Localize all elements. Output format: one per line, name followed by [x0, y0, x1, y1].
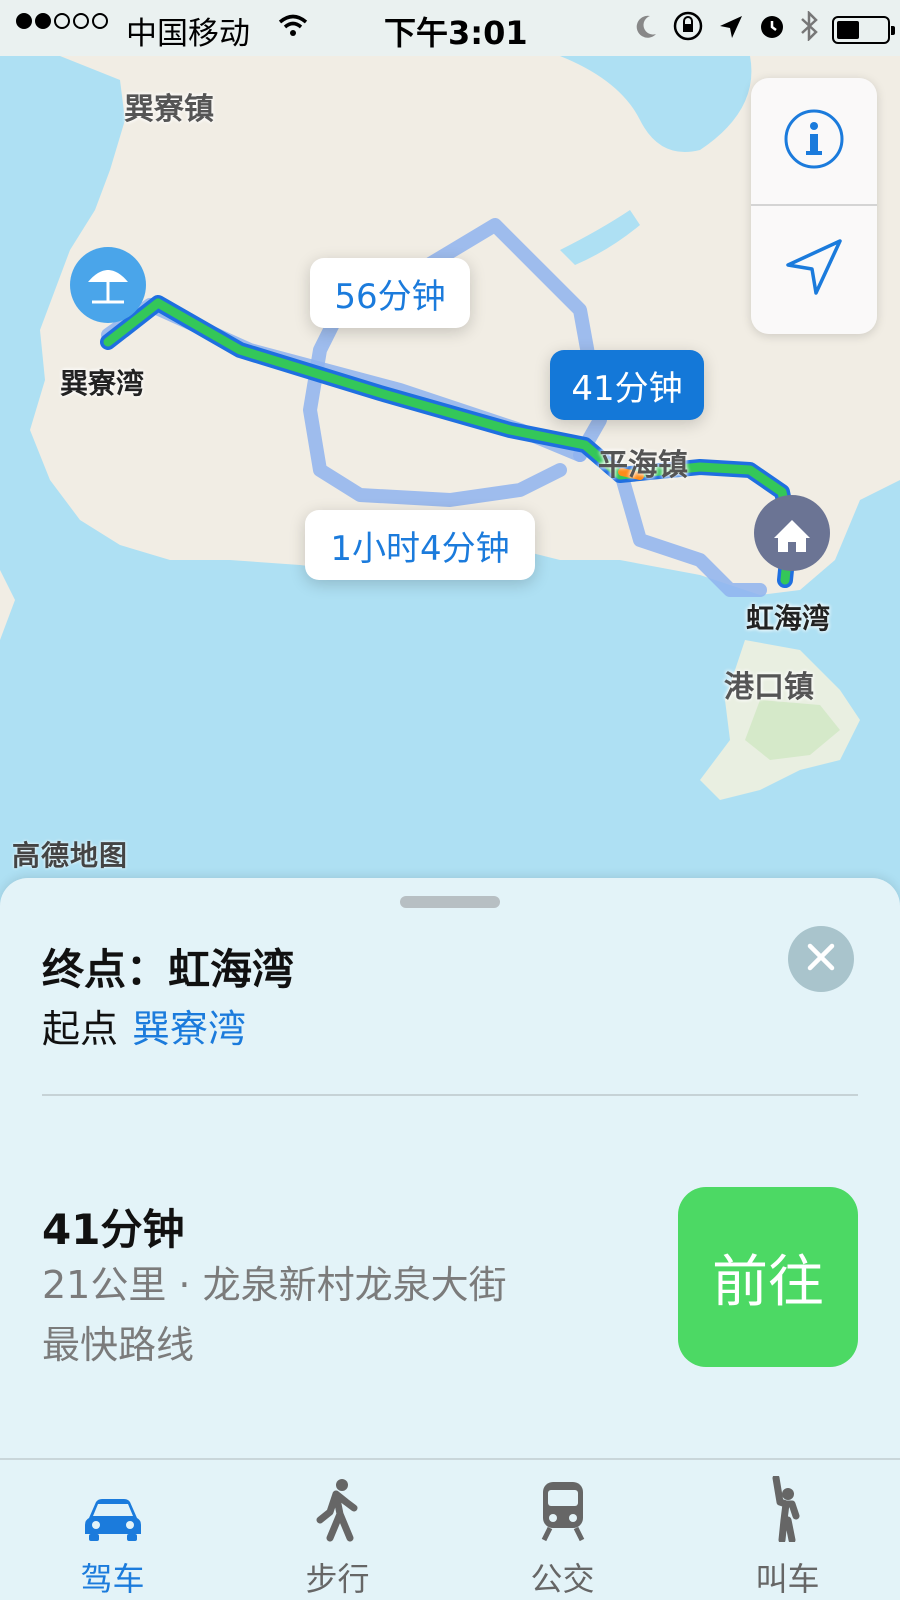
- map-label-origin: 巽寮湾: [60, 367, 145, 400]
- tab-drive-label: 驾车: [80, 1560, 145, 1598]
- bluetooth-icon: [800, 9, 818, 49]
- origin-place-link[interactable]: 巽寮湾: [132, 1007, 246, 1051]
- route-note: 最快路线: [42, 1323, 195, 1367]
- location-arrow-icon: [782, 235, 846, 303]
- wifi-icon: [278, 12, 308, 47]
- route-distance-via: 21公里 · 龙泉新村龙泉大街: [42, 1263, 507, 1307]
- info-button[interactable]: [751, 78, 877, 204]
- destination-title: 终点：虹海湾: [42, 945, 295, 994]
- rotation-lock-icon: [672, 10, 704, 50]
- close-icon: [806, 942, 836, 976]
- carrier-name: 中国移动: [126, 16, 250, 52]
- hail-icon: [766, 1474, 810, 1546]
- sheet-grabber[interactable]: [400, 896, 500, 908]
- map-label-town-south: 港口镇: [724, 670, 814, 705]
- map-provider-logo: 高德地图: [12, 839, 129, 872]
- moon-icon: [634, 13, 658, 48]
- info-icon: [782, 107, 846, 175]
- tab-walk-label: 步行: [305, 1560, 370, 1598]
- signal-strength: [16, 13, 111, 29]
- transport-tab-bar: 驾车 步行 公交 叫车: [0, 1458, 900, 1600]
- status-bar: 中国移动 下午3:01: [0, 0, 900, 56]
- route-bubble-alt-north[interactable]: 56分钟: [310, 258, 470, 328]
- tab-drive[interactable]: 驾车: [0, 1460, 225, 1600]
- map-controls: [751, 78, 877, 334]
- close-button[interactable]: [788, 926, 854, 992]
- tracking-button[interactable]: [751, 206, 877, 332]
- divider: [42, 1094, 858, 1096]
- origin-prefix: 起点: [42, 1007, 119, 1051]
- map-label-town-north: 巽寮镇: [124, 92, 214, 127]
- map-label-destination: 虹海湾: [746, 602, 831, 635]
- tab-ride[interactable]: 叫车: [675, 1460, 900, 1600]
- tab-walk[interactable]: 步行: [225, 1460, 450, 1600]
- route-duration: 41分钟: [42, 1205, 185, 1254]
- map-view[interactable]: 中国移动 下午3:01 巽寮镇 巽寮湾 平海镇 虹海湾 港口镇 56分钟 41分…: [0, 0, 900, 880]
- car-icon: [83, 1496, 143, 1546]
- battery-icon: [832, 16, 895, 44]
- clock: 下午3:01: [384, 14, 528, 52]
- route-bubble-main[interactable]: 41分钟: [550, 350, 704, 420]
- location-services-icon: [718, 13, 744, 48]
- map-label-middle-town: 平海镇: [598, 448, 688, 483]
- tab-ride-label: 叫车: [755, 1560, 820, 1598]
- route-bubble-alt-south[interactable]: 1小时4分钟: [305, 510, 535, 580]
- tab-transit-label: 公交: [530, 1560, 595, 1598]
- alarm-icon: [758, 12, 786, 48]
- train-icon: [540, 1480, 586, 1546]
- tab-transit[interactable]: 公交: [450, 1460, 675, 1600]
- origin-line: 起点 巽寮湾: [42, 998, 246, 1053]
- walk-icon: [316, 1478, 360, 1546]
- route-card: 终点：虹海湾 起点 巽寮湾 41分钟 21公里 · 龙泉新村龙泉大街 最快路线 前…: [0, 878, 900, 1458]
- go-button[interactable]: 前往: [678, 1187, 858, 1367]
